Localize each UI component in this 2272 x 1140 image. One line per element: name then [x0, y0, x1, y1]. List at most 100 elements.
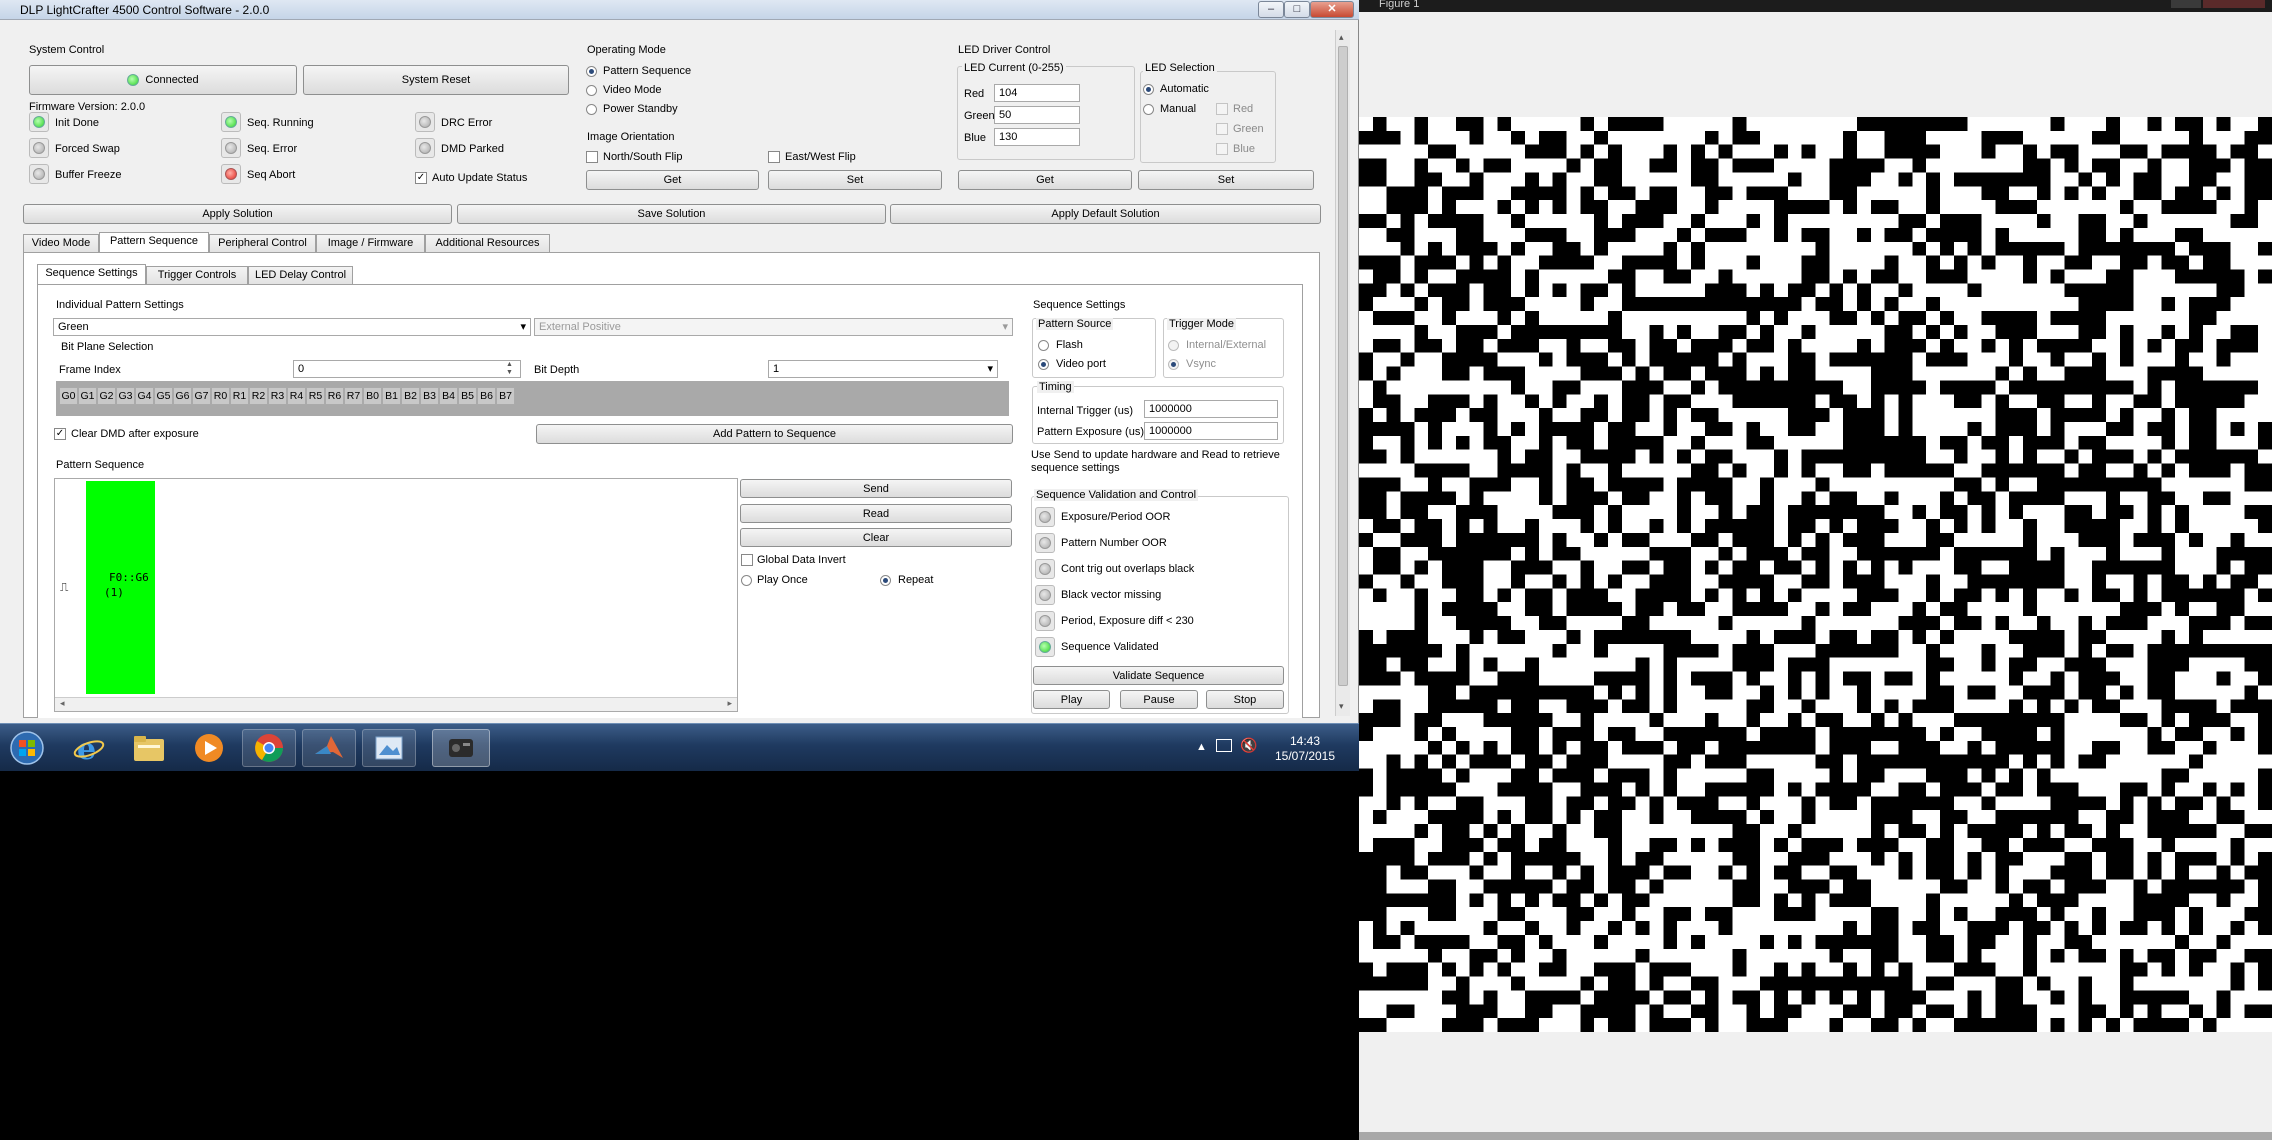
video-port-radio[interactable]: [1038, 359, 1049, 370]
bit-plane-b3[interactable]: B3: [420, 387, 439, 405]
matlab-icon[interactable]: [302, 729, 356, 767]
photo-viewer-icon[interactable]: [362, 729, 416, 767]
bit-plane-g0[interactable]: G0: [59, 387, 78, 405]
spinner-arrows-icon[interactable]: ▲ ▼: [506, 361, 513, 377]
maximize-button[interactable]: □: [1284, 1, 1310, 18]
bit-plane-r3[interactable]: R3: [268, 387, 287, 405]
led-set-button[interactable]: Set: [1138, 170, 1314, 190]
scroll-thumb[interactable]: [1338, 46, 1348, 686]
system-reset-button[interactable]: System Reset: [303, 65, 569, 95]
tab-additional-resources[interactable]: Additional Resources: [425, 234, 550, 253]
validate-sequence-button[interactable]: Validate Sequence: [1033, 666, 1284, 685]
subtab-sequence-settings[interactable]: Sequence Settings: [37, 264, 146, 285]
bit-depth-select[interactable]: 1 ▾: [768, 360, 998, 378]
tab-pattern-sequence[interactable]: Pattern Sequence: [99, 232, 209, 253]
east-west-flip-checkbox[interactable]: [768, 151, 780, 163]
bit-plane-b1[interactable]: B1: [382, 387, 401, 405]
video-mode-radio[interactable]: [586, 85, 597, 96]
file-explorer-icon[interactable]: [122, 729, 176, 767]
led-get-button[interactable]: Get: [958, 170, 1132, 190]
connected-button[interactable]: Connected: [29, 65, 297, 95]
bit-plane-r1[interactable]: R1: [230, 387, 249, 405]
horizontal-scrollbar[interactable]: ◂ ▸: [55, 697, 737, 711]
frame-index-input[interactable]: 0: [293, 360, 521, 378]
vertical-scrollbar[interactable]: ▴ ▾: [1335, 30, 1350, 716]
internet-explorer-icon[interactable]: e: [62, 729, 116, 767]
bit-plane-r6[interactable]: R6: [325, 387, 344, 405]
bit-plane-r0[interactable]: R0: [211, 387, 230, 405]
read-button[interactable]: Read: [740, 504, 1012, 523]
red-current-input[interactable]: 104: [994, 84, 1080, 102]
pattern-sequence-radio[interactable]: [586, 66, 597, 77]
subtab-led-delay-control[interactable]: LED Delay Control: [248, 266, 353, 285]
apply-solution-button[interactable]: Apply Solution: [23, 204, 452, 224]
bit-plane-b5[interactable]: B5: [458, 387, 477, 405]
pattern-block[interactable]: F0::G6 (1): [86, 481, 155, 694]
bit-plane-g4[interactable]: G4: [135, 387, 154, 405]
bit-plane-g7[interactable]: G7: [192, 387, 211, 405]
scroll-up-icon[interactable]: ▴: [1339, 32, 1344, 43]
chrome-icon[interactable]: [242, 729, 296, 767]
figure-title-bar[interactable]: Figure 1: [1359, 0, 2272, 12]
blue-led-checkbox[interactable]: [1216, 143, 1228, 155]
vsync-radio[interactable]: [1168, 359, 1179, 370]
auto-update-checkbox[interactable]: ✓: [415, 172, 427, 184]
save-solution-button[interactable]: Save Solution: [457, 204, 886, 224]
subtab-trigger-controls[interactable]: Trigger Controls: [146, 266, 248, 285]
scroll-down-icon[interactable]: ▾: [1339, 701, 1344, 712]
color-select[interactable]: Green ▾: [53, 318, 531, 336]
bit-plane-b6[interactable]: B6: [477, 387, 496, 405]
scroll-left-icon[interactable]: ◂: [60, 698, 65, 709]
start-orb-icon[interactable]: [2, 729, 52, 767]
add-pattern-button[interactable]: Add Pattern to Sequence: [536, 424, 1013, 444]
bit-plane-b4[interactable]: B4: [439, 387, 458, 405]
bit-plane-r2[interactable]: R2: [249, 387, 268, 405]
tab-video-mode[interactable]: Video Mode: [23, 234, 99, 253]
bit-plane-r7[interactable]: R7: [344, 387, 363, 405]
network-icon[interactable]: [1216, 739, 1232, 752]
pause-button[interactable]: Pause: [1120, 690, 1198, 709]
automatic-radio[interactable]: [1143, 84, 1154, 95]
play-button[interactable]: Play: [1033, 690, 1110, 709]
clock[interactable]: 14:43 15/07/2015: [1270, 734, 1340, 764]
tab-peripheral-control[interactable]: Peripheral Control: [209, 234, 316, 253]
bit-plane-b7[interactable]: B7: [496, 387, 515, 405]
show-hidden-icons-icon[interactable]: ▲: [1196, 741, 1207, 753]
internal-external-radio[interactable]: [1168, 340, 1179, 351]
green-led-checkbox[interactable]: [1216, 123, 1228, 135]
flash-radio[interactable]: [1038, 340, 1049, 351]
send-button[interactable]: Send: [740, 479, 1012, 498]
repeat-radio[interactable]: [880, 575, 891, 586]
internal-trigger-input[interactable]: 1000000: [1144, 400, 1278, 418]
bit-plane-b0[interactable]: B0: [363, 387, 382, 405]
clear-button[interactable]: Clear: [740, 528, 1012, 547]
trigger-select[interactable]: External Positive ▾: [534, 318, 1013, 336]
pattern-exposure-input[interactable]: 1000000: [1144, 422, 1278, 440]
bit-plane-g2[interactable]: G2: [97, 387, 116, 405]
tab-image-firmware[interactable]: Image / Firmware: [316, 234, 425, 253]
pattern-sequence-view[interactable]: ⎍ F0::G6 (1) ◂ ▸: [54, 478, 738, 712]
scroll-right-icon[interactable]: ▸: [727, 698, 732, 709]
bit-plane-g5[interactable]: G5: [154, 387, 173, 405]
power-standby-radio[interactable]: [586, 104, 597, 115]
lightcrafter-icon[interactable]: [432, 729, 490, 767]
apply-default-solution-button[interactable]: Apply Default Solution: [890, 204, 1321, 224]
minimize-button[interactable]: –: [1258, 1, 1284, 18]
play-once-radio[interactable]: [741, 575, 752, 586]
global-data-invert-checkbox[interactable]: [741, 554, 753, 566]
bit-plane-b2[interactable]: B2: [401, 387, 420, 405]
bit-plane-g3[interactable]: G3: [116, 387, 135, 405]
volume-muted-icon[interactable]: 🔇: [1240, 737, 1257, 754]
orientation-set-button[interactable]: Set: [768, 170, 942, 190]
title-bar[interactable]: DLP LightCrafter 4500 Control Software -…: [0, 0, 1359, 20]
figure-close-button[interactable]: [2203, 0, 2265, 8]
bit-plane-r5[interactable]: R5: [306, 387, 325, 405]
orientation-get-button[interactable]: Get: [586, 170, 759, 190]
bit-plane-g1[interactable]: G1: [78, 387, 97, 405]
manual-radio[interactable]: [1143, 104, 1154, 115]
blue-current-input[interactable]: 130: [994, 128, 1080, 146]
bit-plane-r4[interactable]: R4: [287, 387, 306, 405]
figure-minimize-button[interactable]: [2171, 0, 2201, 8]
bit-plane-g6[interactable]: G6: [173, 387, 192, 405]
close-button[interactable]: ✕: [1310, 1, 1354, 18]
